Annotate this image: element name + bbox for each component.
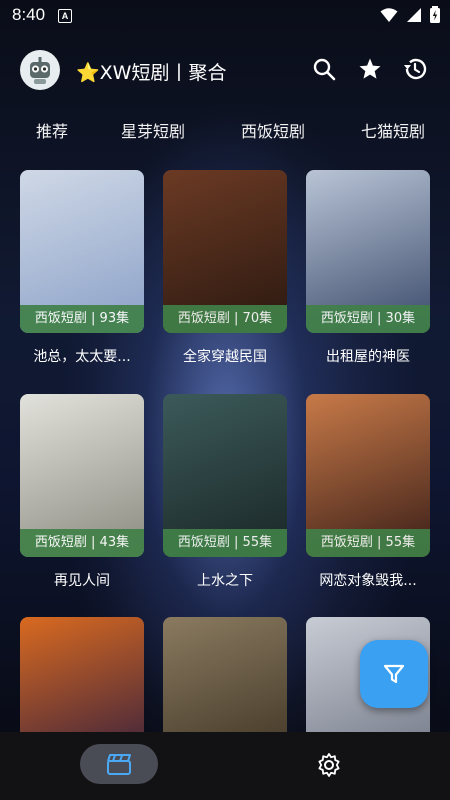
tab-xingya[interactable]: 星芽短剧 (121, 118, 185, 142)
history-icon (404, 58, 427, 80)
nav-settings[interactable] (314, 750, 344, 780)
poster-image: 西饭短剧 | 55集 (163, 394, 287, 557)
signal-icon (407, 7, 421, 22)
battery-icon (430, 6, 440, 23)
drama-title: 上水之下 (197, 573, 253, 589)
notification-icon: A (58, 9, 72, 23)
episode-badge: 西饭短剧 | 55集 (306, 529, 430, 557)
poster-image: 西饭短剧 | 30集 (306, 170, 430, 333)
gear-icon (318, 753, 340, 777)
drama-title: 再见人间 (54, 573, 110, 589)
status-icons (380, 6, 440, 23)
episode-badge: 西饭短剧 | 30集 (306, 305, 430, 333)
bottom-nav (0, 732, 450, 800)
episode-badge: 西饭短剧 | 43集 (20, 529, 144, 557)
poster-image: 西饭短剧 | 70集 (163, 170, 287, 333)
app-bar: ⭐XW短剧丨聚合 (0, 46, 450, 94)
robot-avatar-icon (30, 57, 50, 84)
episode-badge: 西饭短剧 | 70集 (163, 305, 287, 333)
tab-qimao[interactable]: 七猫短剧 (361, 118, 425, 142)
episode-badge: 西饭短剧 | 55集 (163, 529, 287, 557)
favorites-button[interactable] (355, 54, 385, 84)
poster-image: 西饭短剧 | 43集 (20, 394, 144, 557)
category-tabs: 推荐 星芽短剧 西饭短剧 七猫短剧 (0, 118, 450, 146)
drama-title: 网恋对象毁我... (319, 573, 417, 589)
status-time: 8:40 (12, 5, 46, 24)
search-icon (313, 58, 336, 81)
drama-title: 池总，太太要... (33, 349, 131, 365)
filter-icon (383, 664, 405, 684)
search-button[interactable] (309, 54, 339, 84)
poster-image: 西饭短剧 | 55集 (306, 394, 430, 557)
clapperboard-icon (107, 754, 131, 775)
avatar[interactable] (20, 50, 60, 90)
poster-image: 西饭短剧 | 93集 (20, 170, 144, 333)
filter-button[interactable] (360, 640, 428, 708)
drama-title: 出租屋的神医 (326, 349, 410, 365)
wifi-icon (380, 7, 398, 22)
app-title: ⭐XW短剧丨聚合 (76, 62, 227, 84)
status-bar: 8:40 A (0, 0, 450, 32)
tab-xifan[interactable]: 西饭短剧 (241, 118, 305, 142)
star-icon (359, 58, 381, 79)
nav-dramas[interactable] (80, 744, 158, 784)
drama-title: 全家穿越民国 (183, 349, 267, 365)
episode-badge: 西饭短剧 | 93集 (20, 305, 144, 333)
tab-recommend[interactable]: 推荐 (36, 118, 68, 142)
history-button[interactable] (400, 54, 430, 84)
